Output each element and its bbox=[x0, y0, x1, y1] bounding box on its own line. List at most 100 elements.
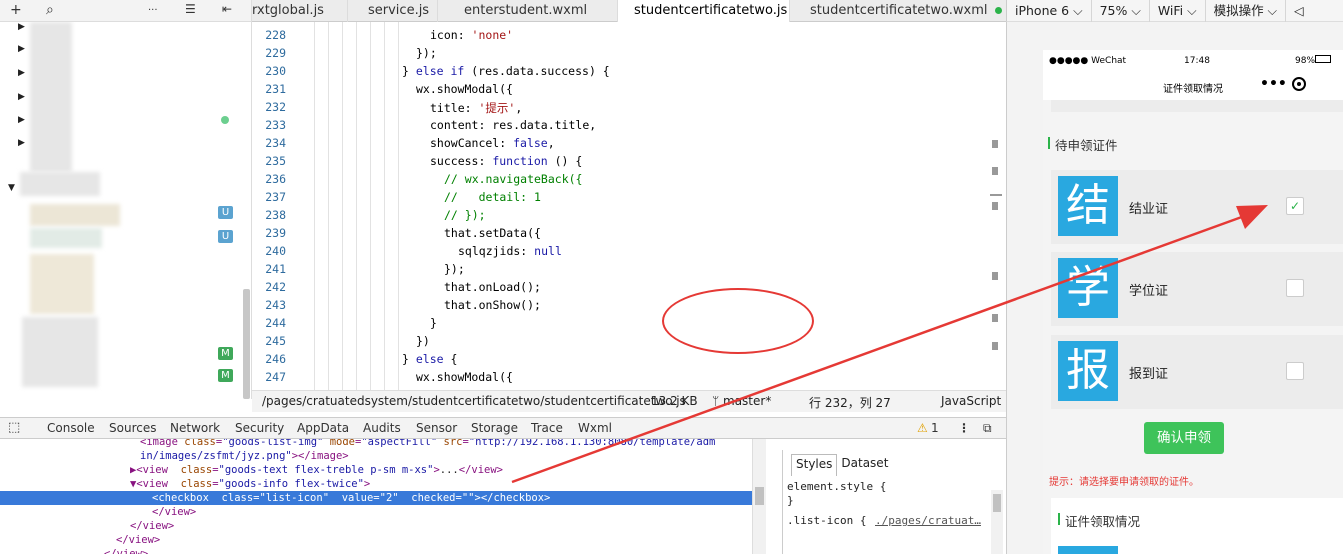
more-icon[interactable]: ··· bbox=[148, 5, 158, 16]
wxml-node[interactable]: in/images/zsfmt/jyz.png"></image> bbox=[140, 449, 752, 463]
expand-arrow-icon[interactable]: ▶ bbox=[18, 44, 25, 54]
blurred-folder bbox=[20, 172, 100, 196]
line-number: 238 bbox=[265, 208, 286, 222]
clock: 17:48 bbox=[1184, 56, 1210, 66]
tab-service[interactable]: service.js bbox=[348, 0, 438, 22]
expand-arrow-icon[interactable]: ▶ bbox=[18, 138, 25, 148]
add-icon[interactable]: + bbox=[10, 2, 22, 18]
editor-status-bar: /pages/cratuatedsystem/studentcertificat… bbox=[252, 390, 1006, 412]
cert-checkbox[interactable] bbox=[1286, 279, 1304, 297]
mode-select[interactable]: 模拟操作 ⌵ bbox=[1206, 0, 1287, 22]
wxml-node[interactable]: </view> bbox=[130, 519, 752, 533]
tab-rxtglobal[interactable]: rxtglobal.js bbox=[252, 0, 348, 22]
style-rule: } bbox=[787, 494, 794, 507]
cert-card[interactable]: 报 报到证 bbox=[1051, 335, 1343, 409]
more-vertical-icon[interactable]: ⋮ bbox=[958, 421, 970, 435]
modified-badge: M bbox=[218, 347, 233, 360]
git-branch[interactable]: ᛘ master* bbox=[712, 394, 771, 408]
expand-arrow-icon[interactable]: ▶ bbox=[18, 68, 25, 78]
tab-studentcertificatetwo-wxml[interactable]: studentcertificatetwo.wxml bbox=[790, 0, 1006, 22]
search-icon[interactable]: ⌕ bbox=[46, 2, 54, 18]
expand-arrow-icon[interactable]: ▶ bbox=[18, 115, 25, 125]
blurred-file[interactable] bbox=[30, 204, 120, 226]
tab-trace[interactable]: Trace bbox=[531, 421, 563, 435]
tab-dataset[interactable]: Dataset bbox=[837, 454, 892, 476]
status-section: 证件领取情况 bbox=[1051, 498, 1343, 554]
line-number: 245 bbox=[265, 334, 286, 348]
language-mode[interactable]: JavaScript bbox=[941, 394, 1001, 408]
inspect-icon[interactable]: ⬚ bbox=[8, 420, 20, 435]
wxml-node[interactable]: <image class="goods-list-img" mode="aspe… bbox=[140, 439, 752, 449]
network-select[interactable]: WiFi ⌵ bbox=[1150, 0, 1206, 22]
status-dot-icon bbox=[221, 116, 229, 124]
expand-arrow-icon[interactable]: ▶ bbox=[18, 92, 25, 102]
code-line: that.onShow(); bbox=[444, 298, 541, 312]
wxml-node[interactable]: ▼<view class="goods-info flex-twice"> bbox=[130, 477, 752, 491]
device-select[interactable]: iPhone 6 ⌵ bbox=[1007, 0, 1092, 22]
line-number: 244 bbox=[265, 316, 286, 330]
hint-text: 提示：请选择要申请领取的证件。 bbox=[1049, 477, 1199, 488]
tab-sensor[interactable]: Sensor bbox=[416, 421, 457, 435]
collapse-icon[interactable]: ☰ bbox=[185, 2, 196, 16]
phone-status-bar: ●●●●● WeChat 17:48 98% bbox=[1043, 50, 1343, 72]
blurred-file[interactable] bbox=[30, 228, 102, 248]
tab-appdata[interactable]: AppData bbox=[297, 421, 349, 435]
tab-studentcertificatetwo-js[interactable]: studentcertificatetwo.js bbox=[618, 0, 790, 22]
tab-console[interactable]: Console bbox=[47, 421, 95, 435]
collapse-arrow-icon[interactable]: ▼ bbox=[8, 183, 15, 193]
cert-checkbox[interactable] bbox=[1286, 362, 1304, 380]
tab-audits[interactable]: Audits bbox=[363, 421, 401, 435]
wxml-node[interactable]: </view> bbox=[152, 505, 752, 519]
editor-scrollbar[interactable] bbox=[990, 22, 1006, 390]
untracked-badge: U bbox=[218, 206, 233, 219]
style-source-link[interactable]: ./pages/cratuat… bbox=[875, 514, 981, 527]
dock-icon[interactable]: ⧉ bbox=[983, 421, 992, 436]
code-comment: // detail: 1 bbox=[444, 190, 541, 204]
styles-pane: Styles Dataset element.style { } .list-i… bbox=[782, 450, 1006, 554]
tab-enterstudent[interactable]: enterstudent.wxml bbox=[438, 0, 618, 22]
cursor-position[interactable]: 行 232，列 27 bbox=[809, 394, 891, 411]
tab-sources[interactable]: Sources bbox=[109, 421, 156, 435]
code-editor[interactable]: 228 229 230 231 232 233 234 235 236 237 … bbox=[252, 22, 1006, 390]
code-line: wx.showModal({ bbox=[416, 370, 513, 384]
code-line: that.onLoad(); bbox=[444, 280, 541, 294]
blurred-file[interactable] bbox=[22, 317, 98, 387]
zoom-select[interactable]: 75% ⌵ bbox=[1092, 0, 1150, 22]
blurred-file[interactable] bbox=[30, 254, 94, 314]
code-line: } else if (res.data.success) { bbox=[402, 64, 610, 78]
tab-wxml[interactable]: Wxml bbox=[578, 421, 612, 435]
cert-card[interactable]: 结 结业证 ✓ bbox=[1051, 170, 1343, 244]
code-line: }) bbox=[416, 334, 430, 348]
wxml-scrollbar[interactable] bbox=[752, 439, 766, 554]
line-number: 232 bbox=[265, 100, 286, 114]
file-size: 13.2 KB bbox=[651, 394, 698, 408]
wxml-node[interactable]: </view> bbox=[104, 547, 752, 554]
file-path: /pages/cratuatedsystem/studentcertificat… bbox=[262, 394, 686, 408]
cert-name: 学位证 bbox=[1129, 284, 1169, 299]
styles-scrollbar[interactable] bbox=[991, 490, 1003, 554]
expand-arrow-icon[interactable]: ▶ bbox=[18, 22, 25, 32]
tree-scrollbar[interactable] bbox=[243, 289, 250, 399]
tab-styles[interactable]: Styles bbox=[791, 454, 838, 476]
warning-icon[interactable]: ⚠ bbox=[917, 421, 928, 435]
line-number: 228 bbox=[265, 28, 286, 42]
blurred-file-names bbox=[30, 22, 72, 172]
confirm-apply-button[interactable]: 确认申领 bbox=[1144, 422, 1224, 454]
wxml-node[interactable]: ▶<view class="goods-text flex-treble p-s… bbox=[130, 463, 752, 477]
more-icon[interactable]: ••• bbox=[1260, 76, 1287, 92]
speaker-icon[interactable]: ◁ bbox=[1286, 0, 1312, 22]
line-number: 230 bbox=[265, 64, 286, 78]
line-number: 229 bbox=[265, 46, 286, 60]
cert-icon: 学 bbox=[1058, 258, 1118, 318]
tab-storage[interactable]: Storage bbox=[471, 421, 518, 435]
tab-security[interactable]: Security bbox=[235, 421, 284, 435]
wxml-node[interactable]: </view> bbox=[116, 533, 752, 547]
split-icon[interactable]: ⇤ bbox=[222, 2, 232, 16]
wxml-node-selected[interactable]: <checkbox class="list-icon" value="2" ch… bbox=[0, 491, 752, 505]
editor-tabs: rxtglobal.js service.js enterstudent.wxm… bbox=[252, 0, 1006, 22]
cert-checkbox-checked[interactable]: ✓ bbox=[1286, 197, 1304, 215]
cert-card[interactable]: 学 学位证 bbox=[1051, 252, 1343, 326]
cert-icon: 报 bbox=[1058, 341, 1118, 401]
modified-dot-icon bbox=[995, 7, 1003, 14]
tab-network[interactable]: Network bbox=[170, 421, 220, 435]
